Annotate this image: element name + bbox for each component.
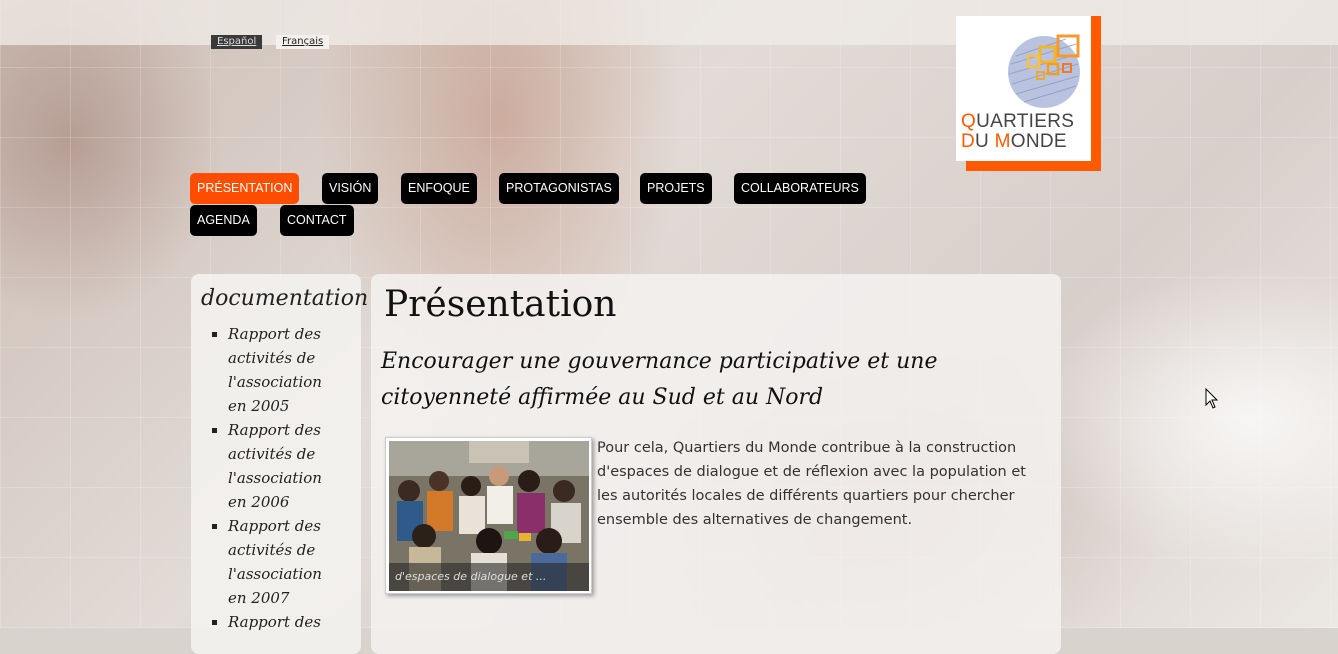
mouse-cursor-icon [1205,388,1219,409]
group-discussion-photo[interactable]: d'espaces de dialogue et ... [389,441,589,591]
nav-item-vision[interactable]: VISIÓN [322,173,379,204]
site-logo[interactable]: QUARTIERS DU MONDE [956,16,1091,161]
nav-item-collaborateurs[interactable]: COLLABORATEURS [734,173,866,204]
documentation-link[interactable]: Rapport des activités de l'association e… [228,514,328,610]
sidebar-title: documentation [201,286,369,311]
language-link-espanol[interactable]: Español [211,35,263,49]
page-subtitle: Encourager une gouvernance participative… [381,349,938,410]
documentation-list: Rapport des activités de l'association e… [191,322,328,634]
page-title: Présentation [384,284,617,325]
nav-item-agenda[interactable]: AGENDA [190,205,257,236]
nav-item-protagonistas[interactable]: PROTAGONISTAS [499,173,619,204]
documentation-link[interactable]: Rapport des activités de l'association e… [228,418,328,514]
image-caption: d'espaces de dialogue et ... [389,563,589,591]
main-content: Présentation Encourager une gouvernance … [371,274,1061,654]
logo-text: QUARTIERS DU MONDE [961,111,1075,152]
top-strip [0,0,1338,45]
nav-item-enfoque[interactable]: ENFOQUE [401,173,477,204]
image-frame[interactable]: d'espaces de dialogue et ... [385,437,592,594]
nav-item-presentation[interactable]: PRÉSENTATION [190,173,300,204]
nav-item-projets[interactable]: PROJETS [640,173,712,204]
logo-mark-icon [1008,34,1080,108]
nav-item-contact[interactable]: CONTACT [280,205,354,236]
documentation-link[interactable]: Rapport des [228,610,328,634]
sidebar-documentation: documentation Rapport des activités de l… [191,274,368,654]
intro-paragraph: Pour cela, Quartiers du Monde contribue … [597,440,1026,528]
documentation-link[interactable]: Rapport des activités de l'association e… [228,322,328,418]
language-link-francais[interactable]: Français [276,35,330,49]
